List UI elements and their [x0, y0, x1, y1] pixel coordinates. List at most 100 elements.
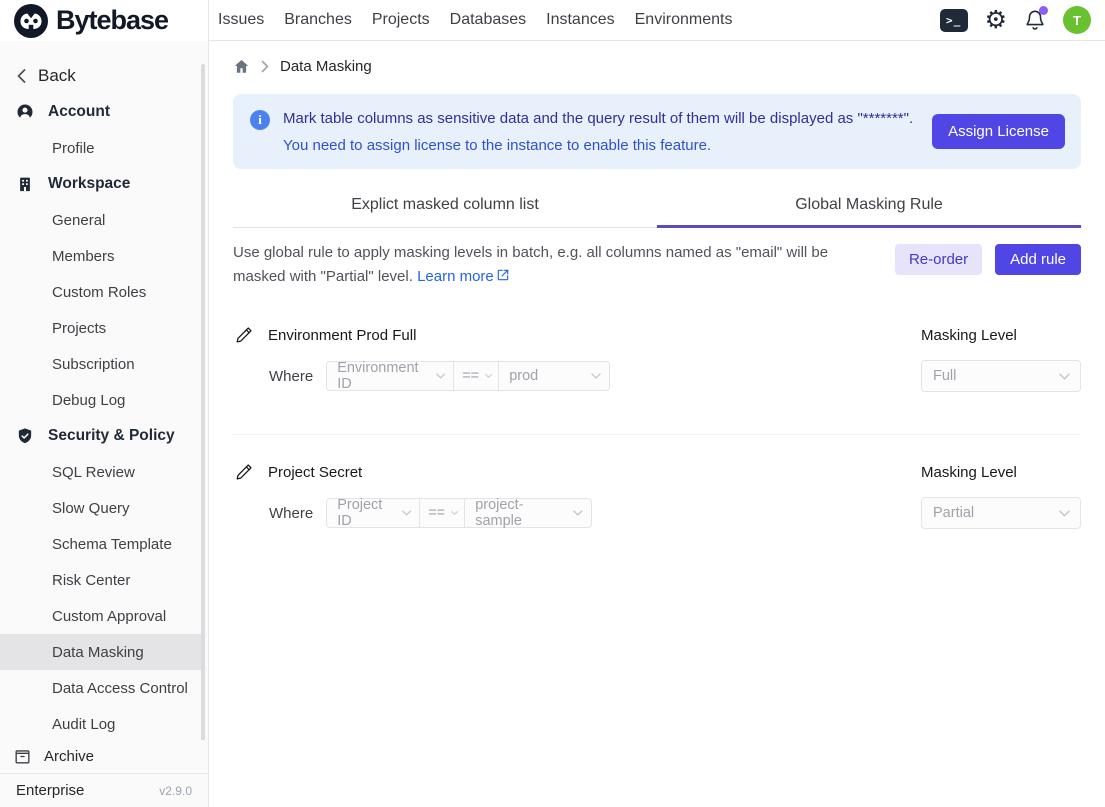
banner-message: Mark table columns as sensitive data and… [283, 110, 919, 127]
rule-title: Project Secret [268, 464, 362, 481]
chevron-down-icon [402, 510, 411, 516]
back-button[interactable]: Back [0, 41, 202, 94]
settings-gear-icon[interactable]: ⚙ [985, 8, 1007, 33]
condition-operator-value: == [462, 368, 479, 384]
tab-global-masking-rule[interactable]: Global Masking Rule [657, 186, 1081, 227]
license-banner: i Mark table columns as sensitive data a… [233, 94, 1081, 169]
sidebar-bottom: Archive Enterprise v2.9.0 [0, 740, 208, 807]
condition-field-select[interactable]: Environment ID [326, 361, 454, 391]
condition-value-select[interactable]: prod [498, 361, 610, 391]
sidebar-item-risk-center[interactable]: Risk Center [0, 562, 202, 598]
rule-title: Environment Prod Full [268, 327, 416, 344]
chevron-left-icon [16, 68, 27, 84]
rules-description: Use global rule to apply masking levels … [233, 241, 879, 290]
condition-operator-select[interactable]: == [419, 498, 465, 528]
section-label: Account [48, 103, 110, 121]
chevron-down-icon [1059, 510, 1070, 517]
sidebar-item-audit-log[interactable]: Audit Log [0, 706, 202, 740]
sidebar-item-schema-template[interactable]: Schema Template [0, 526, 202, 562]
sidebar-item-data-access-control[interactable]: Data Access Control [0, 670, 202, 706]
masking-level-value: Full [933, 368, 956, 384]
masking-rule-card-2: Project Secret Masking Level Where Proje… [233, 434, 1081, 529]
nav-databases[interactable]: Databases [450, 11, 527, 29]
learn-more-link[interactable]: Learn more [417, 268, 494, 285]
settings-sidebar: Bytebase Back Account Profile [0, 0, 209, 807]
condition-expression: Environment ID == prod [326, 361, 610, 391]
breadcrumb: Data Masking [209, 41, 1105, 85]
masking-rule-card-1: Environment Prod Full Masking Level Wher… [233, 290, 1081, 434]
external-link-icon [496, 266, 510, 290]
add-rule-button[interactable]: Add rule [995, 244, 1081, 275]
avatar[interactable]: T [1063, 6, 1091, 34]
chevron-down-icon [436, 373, 445, 379]
sidebar-item-general[interactable]: General [0, 202, 202, 238]
info-icon: i [250, 110, 270, 130]
sidebar-item-data-masking[interactable]: Data Masking [0, 634, 202, 670]
nav-branches[interactable]: Branches [284, 11, 352, 29]
top-navbar: Issues Branches Projects Databases Insta… [209, 0, 1105, 41]
nav-instances[interactable]: Instances [546, 11, 614, 29]
user-icon [16, 103, 34, 121]
version-label: v2.9.0 [159, 784, 192, 798]
sidebar-item-profile[interactable]: Profile [0, 130, 202, 166]
reorder-button[interactable]: Re-order [895, 244, 982, 275]
masking-level-select[interactable]: Partial [921, 497, 1081, 529]
sidebar-item-subscription[interactable]: Subscription [0, 346, 202, 382]
plan-bar: Enterprise v2.9.0 [0, 773, 208, 807]
sidebar-item-projects[interactable]: Projects [0, 310, 202, 346]
condition-field-select[interactable]: Project ID [326, 498, 420, 528]
sql-editor-terminal-icon[interactable]: >_ [940, 9, 968, 32]
nav-environments[interactable]: Environments [635, 11, 733, 29]
archive-label: Archive [44, 748, 94, 765]
assign-license-button[interactable]: Assign License [932, 114, 1065, 149]
bytebase-logo-icon [13, 3, 49, 39]
nav-projects[interactable]: Projects [372, 11, 430, 29]
archive-button[interactable]: Archive [0, 740, 208, 773]
sidebar-scroll-area: Back Account Profile [0, 41, 202, 740]
app-window: Bytebase Back Account Profile [0, 0, 1105, 807]
breadcrumb-current: Data Masking [280, 58, 372, 75]
sidebar-section-workspace: Workspace [0, 166, 202, 202]
sidebar-item-members[interactable]: Members [0, 238, 202, 274]
section-label: Security & Policy [48, 427, 175, 445]
masking-tabs: Explict masked column list Global Maskin… [233, 186, 1081, 228]
nav-issues[interactable]: Issues [218, 11, 264, 29]
sidebar-scrollbar[interactable] [201, 64, 205, 760]
brand[interactable]: Bytebase [0, 0, 208, 41]
main-nav: Issues Branches Projects Databases Insta… [218, 11, 732, 29]
edit-pencil-icon[interactable] [235, 462, 255, 482]
notification-dot [1039, 6, 1048, 15]
back-label: Back [38, 66, 76, 86]
where-label: Where [269, 505, 313, 522]
plan-name: Enterprise [16, 782, 84, 799]
condition-field-value: Project ID [337, 497, 396, 529]
breadcrumb-chevron-icon [261, 60, 269, 73]
archive-icon [13, 747, 32, 766]
tab-explicit-masked-column-list[interactable]: Explict masked column list [233, 186, 657, 227]
home-icon[interactable] [233, 58, 250, 75]
condition-field-value: Environment ID [337, 360, 430, 392]
condition-value-select[interactable]: project-sample [464, 498, 592, 528]
condition-value-text: project-sample [475, 497, 567, 529]
chevron-down-icon [591, 373, 601, 379]
section-label: Workspace [48, 175, 130, 193]
where-label: Where [269, 368, 313, 385]
brand-wordmark: Bytebase [56, 5, 168, 36]
edit-pencil-icon[interactable] [235, 325, 255, 345]
condition-operator-select[interactable]: == [453, 361, 499, 391]
notifications-bell-icon[interactable] [1024, 9, 1046, 31]
condition-value-text: prod [509, 368, 538, 384]
sidebar-item-sql-review[interactable]: SQL Review [0, 454, 202, 490]
sidebar-item-custom-approval[interactable]: Custom Approval [0, 598, 202, 634]
rules-header: Use global rule to apply masking levels … [233, 241, 1081, 290]
sidebar-item-custom-roles[interactable]: Custom Roles [0, 274, 202, 310]
sidebar-item-slow-query[interactable]: Slow Query [0, 490, 202, 526]
chevron-down-icon [573, 510, 583, 516]
banner-submessage: You need to assign license to the instan… [283, 137, 919, 154]
sidebar-section-security-policy: Security & Policy [0, 418, 202, 454]
sidebar-item-debug-log[interactable]: Debug Log [0, 382, 202, 418]
condition-expression: Project ID == project-sample [326, 498, 592, 528]
masking-level-select[interactable]: Full [921, 360, 1081, 392]
chevron-down-icon [451, 510, 458, 516]
shield-check-icon [16, 427, 34, 445]
